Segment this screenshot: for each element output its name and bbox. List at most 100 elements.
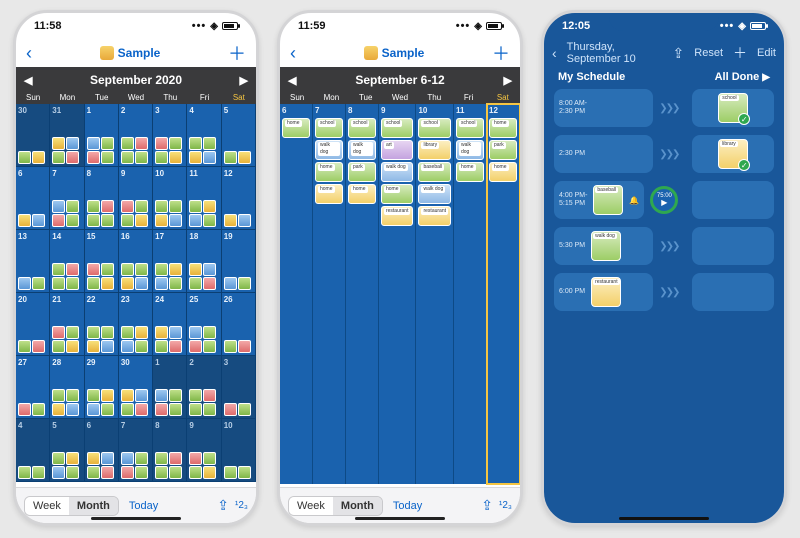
month-cell[interactable]: 3 xyxy=(153,104,187,167)
month-cell[interactable]: 10 xyxy=(222,419,256,482)
done-slot[interactable] xyxy=(692,273,774,311)
month-cell[interactable]: 7 xyxy=(50,167,84,230)
month-cell[interactable]: 19 xyxy=(222,230,256,293)
month-cell[interactable]: 8 xyxy=(85,167,119,230)
week-column[interactable]: 7schoolwalk doghomehome xyxy=(313,104,346,484)
event-card[interactable]: walk dog xyxy=(315,140,343,160)
month-cell[interactable]: 7 xyxy=(119,419,153,482)
event-card[interactable]: school xyxy=(456,118,484,138)
month-cell[interactable]: 2 xyxy=(119,104,153,167)
event-card[interactable]: walk dog xyxy=(418,184,451,204)
next-week-button[interactable]: ▶ xyxy=(504,74,512,87)
week-grid[interactable]: 6home7schoolwalk doghomehome8schoolwalk … xyxy=(280,104,520,484)
add-button[interactable]: ＋ xyxy=(228,40,246,66)
move-right-icon[interactable]: ❯❯❯ xyxy=(659,241,678,252)
event-card[interactable]: home xyxy=(489,162,517,182)
month-cell[interactable]: 8 xyxy=(153,419,187,482)
event-card[interactable]: walk dog xyxy=(348,140,376,160)
counter-button[interactable]: ¹2₃ xyxy=(499,500,512,511)
month-cell[interactable]: 30 xyxy=(119,356,153,419)
month-cell[interactable]: 20 xyxy=(16,293,50,356)
event-card[interactable]: home xyxy=(489,118,517,138)
month-cell[interactable]: 25 xyxy=(187,293,221,356)
month-cell[interactable]: 30 xyxy=(16,104,50,167)
week-column[interactable]: 11schoolwalk doghome xyxy=(454,104,487,484)
today-button[interactable]: Today xyxy=(393,500,422,512)
schedule-slot[interactable]: 5:30 PMwalk dog xyxy=(554,227,653,265)
done-slot[interactable]: library✓ xyxy=(692,135,774,173)
schedule-slot[interactable]: 6:00 PMrestaurant xyxy=(554,273,653,311)
week-column[interactable]: 8schoolwalk dogparkhome xyxy=(346,104,379,484)
view-segmented-control[interactable]: Week Month xyxy=(24,496,119,516)
month-cell[interactable]: 10 xyxy=(153,167,187,230)
month-cell[interactable]: 22 xyxy=(85,293,119,356)
month-cell[interactable]: 6 xyxy=(16,167,50,230)
month-cell[interactable]: 15 xyxy=(85,230,119,293)
event-card[interactable]: art xyxy=(381,140,414,160)
month-cell[interactable]: 18 xyxy=(187,230,221,293)
month-cell[interactable]: 4 xyxy=(187,104,221,167)
add-button[interactable]: ＋ xyxy=(733,43,747,63)
month-cell[interactable]: 26 xyxy=(222,293,256,356)
next-month-button[interactable]: ▶ xyxy=(240,74,248,87)
schedule-slot[interactable]: 4:00 PM- 5:15 PMbaseball🔔 xyxy=(554,181,644,219)
seg-week[interactable]: Week xyxy=(25,497,69,515)
month-cell[interactable]: 2 xyxy=(187,356,221,419)
play-all-icon[interactable]: ▶ xyxy=(762,72,770,83)
prev-week-button[interactable]: ◀ xyxy=(288,74,296,87)
event-card[interactable]: school xyxy=(315,118,343,138)
week-column[interactable]: 9schoolartwalk doghomerestaurant xyxy=(379,104,417,484)
share-button[interactable]: ⇪ xyxy=(673,45,685,62)
today-button[interactable]: Today xyxy=(129,500,158,512)
event-card[interactable]: library xyxy=(418,140,451,160)
month-cell[interactable]: 24 xyxy=(153,293,187,356)
month-cell[interactable]: 27 xyxy=(16,356,50,419)
month-cell[interactable]: 16 xyxy=(119,230,153,293)
week-column[interactable]: 10schoollibrarybaseballwalk dogrestauran… xyxy=(416,104,454,484)
back-button[interactable]: ‹ xyxy=(290,43,296,64)
move-right-icon[interactable]: ❯❯❯ xyxy=(659,103,678,114)
month-cell[interactable]: 1 xyxy=(85,104,119,167)
event-card[interactable]: restaurant xyxy=(418,206,451,226)
event-card[interactable]: school xyxy=(381,118,414,138)
event-card[interactable]: home xyxy=(348,184,376,204)
month-cell[interactable]: 12 xyxy=(222,167,256,230)
done-slot[interactable] xyxy=(692,181,774,219)
event-card[interactable]: home xyxy=(315,184,343,204)
event-card[interactable]: park xyxy=(348,162,376,182)
month-cell[interactable]: 9 xyxy=(187,419,221,482)
view-segmented-control[interactable]: Week Month xyxy=(288,496,383,516)
move-right-icon[interactable]: ❯❯❯ xyxy=(659,149,678,160)
month-cell[interactable]: 28 xyxy=(50,356,84,419)
schedule-slot[interactable]: 8:00 AM- 2:30 PM xyxy=(554,89,653,127)
month-cell[interactable]: 1 xyxy=(153,356,187,419)
week-column[interactable]: 6home xyxy=(280,104,313,484)
seg-week[interactable]: Week xyxy=(289,497,333,515)
event-card[interactable]: walk dog xyxy=(381,162,414,182)
timer-button[interactable]: 75:00▶ xyxy=(650,186,678,214)
event-card[interactable]: park xyxy=(489,140,517,160)
event-card[interactable]: home xyxy=(456,162,484,182)
share-button[interactable]: ⇪ xyxy=(481,497,493,514)
event-card[interactable]: restaurant xyxy=(381,206,414,226)
event-card[interactable]: walk dog xyxy=(456,140,484,160)
month-cell[interactable]: 11 xyxy=(187,167,221,230)
back-button[interactable]: ‹ xyxy=(552,45,557,61)
seg-month[interactable]: Month xyxy=(333,497,382,515)
share-button[interactable]: ⇪ xyxy=(217,497,229,514)
reset-button[interactable]: Reset xyxy=(694,47,723,59)
month-cell[interactable]: 29 xyxy=(85,356,119,419)
event-card[interactable]: school xyxy=(418,118,451,138)
month-cell[interactable]: 14 xyxy=(50,230,84,293)
month-cell[interactable]: 5 xyxy=(222,104,256,167)
month-cell[interactable]: 31 xyxy=(50,104,84,167)
month-cell[interactable]: 5 xyxy=(50,419,84,482)
event-card[interactable]: baseball xyxy=(418,162,451,182)
add-button[interactable]: ＋ xyxy=(492,40,510,66)
month-cell[interactable]: 6 xyxy=(85,419,119,482)
month-cell[interactable]: 3 xyxy=(222,356,256,419)
event-card[interactable]: home xyxy=(315,162,343,182)
done-slot[interactable]: school✓ xyxy=(692,89,774,127)
schedule-slot[interactable]: 2:30 PM xyxy=(554,135,653,173)
month-cell[interactable]: 21 xyxy=(50,293,84,356)
